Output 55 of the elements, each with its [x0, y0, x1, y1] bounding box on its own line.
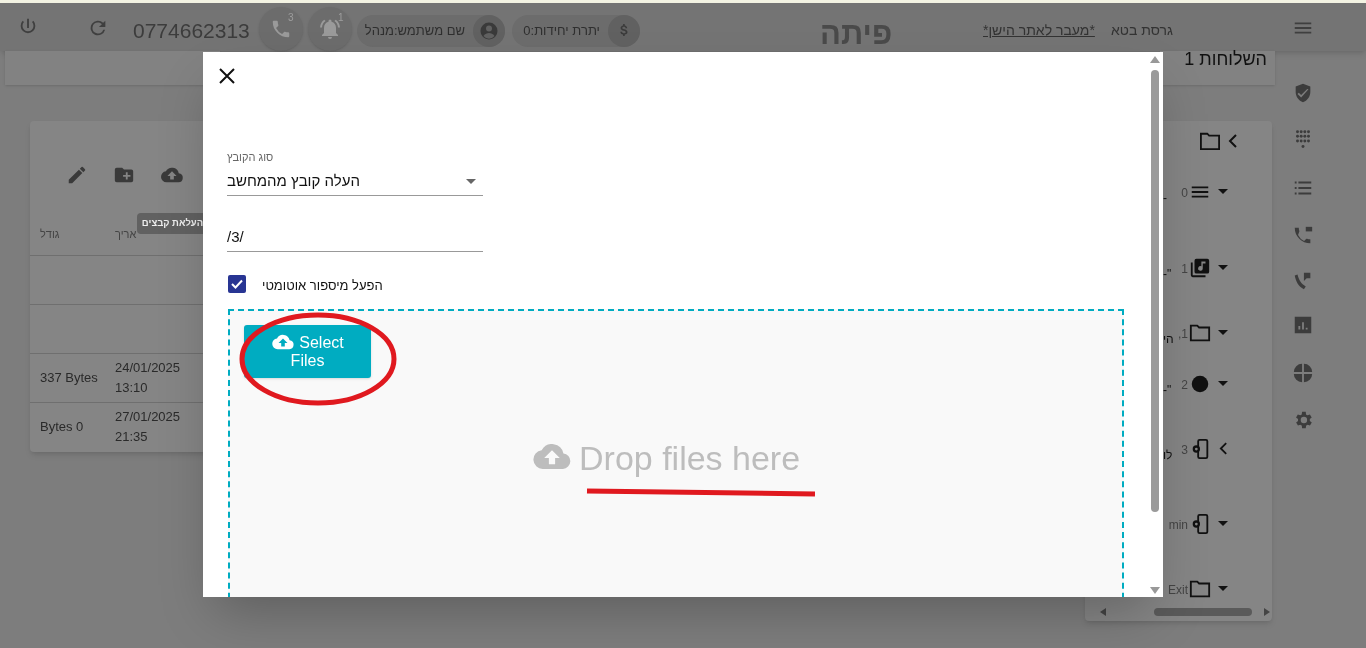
item-number: min: [1168, 517, 1188, 534]
dot-icon[interactable]: [1189, 373, 1211, 395]
table-cell-text: 27/01/2025 21:35: [115, 408, 182, 446]
item-label: "-: [1163, 382, 1172, 399]
calls-button[interactable]: [259, 7, 303, 51]
item-label: לו: [1163, 447, 1173, 464]
file-type-select[interactable]: העלה קובץ מהמחשב: [227, 168, 483, 196]
horizontal-scrollbar[interactable]: [1100, 606, 1270, 618]
drop-hint: Drop files here: [579, 440, 801, 476]
dropdown-arrow-icon[interactable]: [1218, 381, 1228, 386]
vertical-scrollbar[interactable]: [1149, 56, 1161, 594]
item-label: "-: [1163, 266, 1172, 283]
item-number: 2: [1181, 377, 1188, 394]
chevron-left-icon[interactable]: [1228, 134, 1238, 148]
item-number: 3: [1181, 442, 1188, 459]
alerts-button[interactable]: [308, 7, 352, 51]
folder-icon[interactable]: [1199, 131, 1221, 151]
units-label: יתרת יחידות:0: [523, 22, 600, 41]
item-label: -: [1163, 190, 1167, 207]
path-field[interactable]: /3/: [227, 222, 483, 252]
bar-chart-icon[interactable]: [1292, 314, 1314, 336]
drop-zone[interactable]: [228, 309, 1124, 597]
table-cell-text: Bytes 0: [40, 419, 85, 435]
pencil-icon[interactable]: [66, 164, 88, 186]
dropdown-arrow-icon[interactable]: [1218, 330, 1228, 335]
table-cell-text: 24/01/2025 13:10: [115, 359, 182, 397]
item-number: Exit: [1168, 582, 1188, 599]
checkbox-label: הפעל מיספור אוטומטי: [262, 277, 383, 295]
table-cell-text: 337 Bytes: [40, 370, 99, 386]
checkbox[interactable]: [228, 275, 246, 293]
dropdown-arrow-icon[interactable]: [1218, 189, 1228, 194]
dropdown-arrow-icon[interactable]: [1218, 265, 1228, 270]
column-header: אריך: [115, 227, 137, 242]
folder-icon[interactable]: [1189, 578, 1211, 600]
close-button[interactable]: [219, 68, 235, 84]
item-number: 1: [1181, 261, 1188, 278]
dropdown-arrow-icon[interactable]: [1218, 521, 1228, 526]
card-title: השלוחות 1: [1184, 50, 1267, 68]
item-number: ,1: [1178, 326, 1188, 343]
column-header: גודל: [40, 227, 61, 242]
version-label: גרסת בטא: [1111, 21, 1173, 40]
music-library-icon[interactable]: [1189, 257, 1211, 279]
close-icon: [219, 68, 235, 84]
upload-icon: [271, 333, 296, 351]
user-label: שם משתמש:מנהל: [364, 22, 465, 41]
item-number: 0: [1181, 185, 1188, 202]
upload-icon: [533, 444, 571, 472]
field-label: סוג הקובץ: [227, 150, 274, 165]
folder-icon[interactable]: [1189, 322, 1211, 344]
dropdown-arrow-icon: [466, 179, 476, 184]
dropdown-arrow-icon[interactable]: [1218, 586, 1228, 591]
phone-number: 0774662313: [133, 18, 250, 44]
chevron-left-icon[interactable]: [1219, 442, 1228, 455]
item-label: הי: [1163, 331, 1174, 348]
pie-chart-icon[interactable]: [1292, 362, 1314, 384]
